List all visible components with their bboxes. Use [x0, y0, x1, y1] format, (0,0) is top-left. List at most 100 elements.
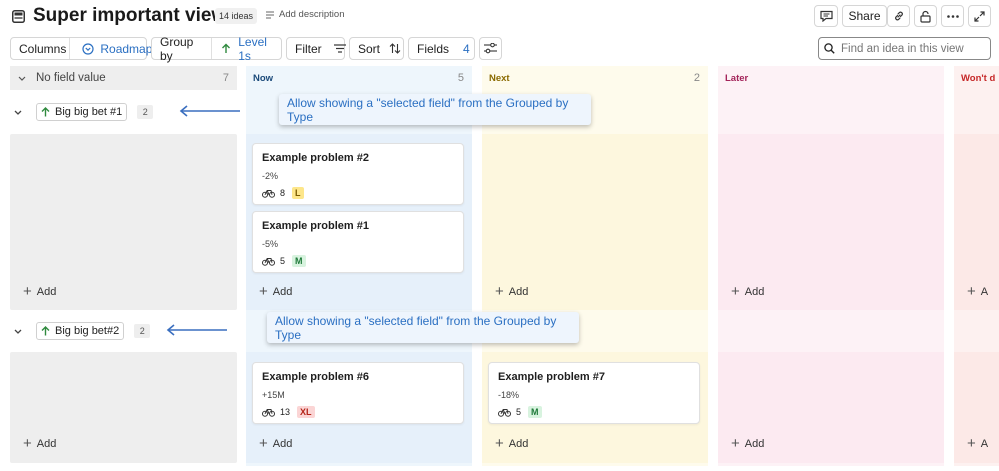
level-arrow-icon — [41, 326, 50, 336]
sort-icon — [389, 43, 401, 54]
copy-link-button[interactable] — [887, 5, 910, 27]
filter-label: Filter — [295, 41, 322, 56]
filter-icon — [333, 44, 346, 53]
add-idea-button[interactable]: + Add — [259, 436, 292, 451]
add-label: Add — [36, 437, 57, 450]
lock-button[interactable] — [914, 5, 937, 27]
add-idea-button[interactable]: + A — [967, 284, 988, 299]
card-metric: -18% — [498, 390, 520, 400]
group-header-2[interactable]: Big big bet#2 2 — [10, 322, 151, 340]
add-description-label: Add description — [279, 9, 345, 20]
level-arrow-icon — [41, 107, 50, 117]
add-idea-button[interactable]: + Add — [495, 284, 528, 299]
column-header-later[interactable]: Later — [718, 66, 944, 90]
add-idea-button[interactable]: + Add — [731, 436, 764, 451]
group-by-value: Level 1s — [238, 34, 267, 63]
chevron-down-icon[interactable] — [10, 110, 26, 115]
column-header-next[interactable]: Next 2 — [482, 66, 708, 90]
size-badge: L — [292, 187, 304, 199]
add-idea-button[interactable]: + Add — [23, 284, 56, 299]
add-label: Add — [36, 285, 57, 298]
expand-button[interactable] — [968, 5, 991, 27]
effort-icon — [262, 407, 275, 417]
filter-button[interactable]: Filter — [286, 37, 346, 60]
effort-icon — [262, 256, 275, 266]
collapse-all-chevron-icon[interactable] — [18, 76, 26, 81]
size-badge: XL — [297, 406, 315, 418]
idea-card[interactable]: Example problem #7 -18% 5 M — [488, 362, 700, 424]
arrow-left-icon — [166, 324, 228, 336]
effort-icon — [262, 188, 275, 198]
card-metric: +15M — [262, 390, 285, 400]
plus-icon: + — [495, 435, 504, 452]
link-icon — [893, 10, 905, 22]
group-by-control[interactable]: Group by Level 1s — [151, 34, 282, 63]
ellipsis-icon — [946, 14, 959, 18]
effort-value: 5 — [516, 407, 522, 417]
column-label: Won't d — [961, 72, 996, 84]
effort-value: 13 — [280, 407, 291, 417]
column-header-no-value[interactable]: No field value 7 — [10, 66, 237, 90]
add-label: Add — [744, 285, 765, 298]
callout-text: Allow showing a "selected field" from th… — [287, 95, 569, 124]
column-header-now[interactable]: Now 5 — [246, 66, 472, 90]
add-label: A — [980, 437, 989, 450]
plus-icon: + — [495, 283, 504, 300]
add-idea-button[interactable]: + Add — [23, 436, 56, 451]
chevron-down-icon[interactable] — [10, 329, 26, 334]
add-idea-button[interactable]: + A — [967, 436, 988, 451]
add-label: Add — [508, 437, 529, 450]
card-title: Example problem #7 — [498, 371, 605, 383]
add-description-button[interactable]: Add description — [266, 9, 344, 20]
effort-value: 8 — [280, 188, 286, 198]
search-input[interactable] — [841, 42, 986, 55]
column-header-wont[interactable]: Won't d — [954, 66, 999, 90]
sliders-icon — [484, 43, 497, 54]
page-title[interactable]: Super important view — [33, 4, 226, 28]
group-header-1[interactable]: Big big bet #1 2 — [10, 103, 154, 121]
add-idea-button[interactable]: + Add — [259, 284, 292, 299]
plus-icon: + — [967, 435, 976, 452]
plus-icon: + — [731, 435, 740, 452]
share-button[interactable]: Share — [842, 5, 887, 27]
effort-icon — [498, 407, 511, 417]
add-label: Add — [272, 437, 293, 450]
fields-label: Fields — [417, 41, 450, 56]
card-title: Example problem #6 — [262, 371, 369, 383]
comment-icon — [819, 10, 833, 22]
column-label: Now — [253, 72, 274, 84]
columns-label: Columns — [19, 41, 67, 56]
search-box[interactable] — [818, 37, 991, 60]
callout-text: Allow showing a "selected field" from th… — [275, 313, 557, 342]
column-label: Next — [489, 72, 510, 84]
columns-control[interactable]: Columns Roadmap — [10, 37, 152, 60]
plus-icon: + — [259, 283, 268, 300]
add-label: Add — [744, 437, 765, 450]
more-options-button[interactable] — [941, 5, 964, 27]
view-settings-button[interactable] — [479, 37, 502, 60]
text-lines-icon — [266, 11, 274, 19]
add-idea-button[interactable]: + Add — [495, 436, 528, 451]
idea-card[interactable]: Example problem #1 -5% 5 M — [252, 211, 464, 273]
group-pill[interactable]: Big big bet#2 — [36, 322, 125, 340]
arrow-left-icon — [179, 105, 241, 117]
fields-button[interactable]: Fields 4 — [408, 37, 475, 60]
view-type-icon — [12, 10, 25, 23]
sort-button[interactable]: Sort — [349, 37, 404, 60]
level-arrow-icon — [221, 43, 231, 54]
add-idea-button[interactable]: + Add — [731, 284, 764, 299]
group-label: Big big bet #1 — [55, 106, 123, 118]
plus-icon: + — [731, 283, 740, 300]
share-label: Share — [848, 9, 881, 23]
comments-button[interactable] — [814, 5, 838, 27]
ideas-count-badge: 14 ideas — [215, 8, 258, 24]
card-metric: -5% — [262, 239, 279, 249]
group-pill[interactable]: Big big bet #1 — [36, 103, 128, 121]
plus-icon: + — [967, 283, 976, 300]
add-label: Add — [272, 285, 293, 298]
idea-card[interactable]: Example problem #2 -2% 8 L — [252, 143, 464, 205]
annotation-callout: Allow showing a "selected field" from th… — [267, 312, 579, 343]
idea-card[interactable]: Example problem #6 +15M 13 XL — [252, 362, 464, 424]
group-by-label: Group by — [160, 34, 194, 63]
column-count: 2 — [693, 72, 700, 84]
